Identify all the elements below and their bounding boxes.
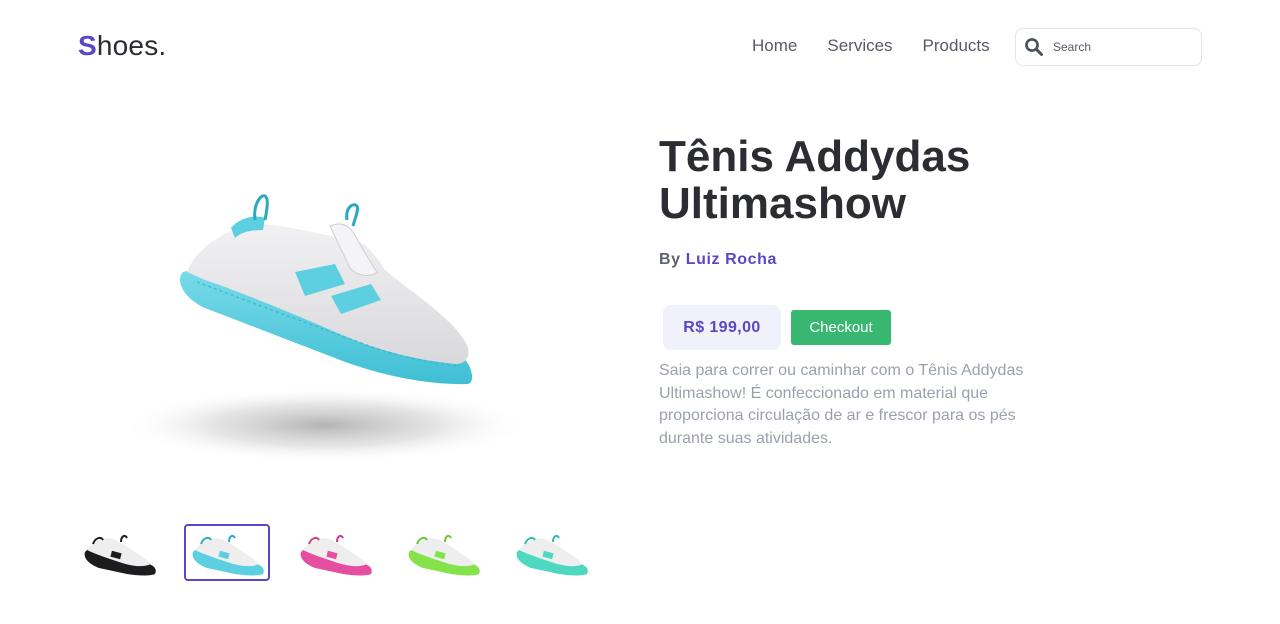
main-nav: Home Services Products (752, 36, 990, 56)
shoe-thumb-teal (516, 534, 588, 575)
logo[interactable]: Shoes. (78, 30, 166, 62)
nav-products[interactable]: Products (923, 36, 990, 56)
nav-home[interactable]: Home (752, 36, 797, 56)
product-page: Shoes. Home Services Products Search Tên… (0, 0, 1280, 624)
thumbnail-list (76, 524, 616, 581)
thumbnail-green[interactable] (400, 524, 486, 581)
product-byline: By Luiz Rocha (659, 251, 777, 269)
price-tag: R$ 199,00 (663, 305, 781, 350)
thumbnail-cyan[interactable] (184, 524, 270, 581)
thumbnail-black[interactable] (76, 524, 162, 581)
author-link[interactable]: Luiz Rocha (686, 251, 777, 268)
product-description: Saia para correr ou caminhar com o Tênis… (659, 362, 1024, 447)
checkout-button[interactable]: Checkout (791, 310, 891, 345)
shoe-illustration (120, 194, 530, 463)
by-label: By (659, 251, 681, 268)
product-image (95, 180, 565, 500)
search-icon[interactable] (1024, 37, 1044, 57)
shoe-thumb-black (84, 534, 156, 575)
thumbnail-teal[interactable] (508, 524, 594, 581)
product-title: Tênis Addydas Ultimashow (659, 132, 971, 228)
nav-services[interactable]: Services (827, 36, 892, 56)
thumbnail-pink[interactable] (292, 524, 378, 581)
shoe-thumb-green (408, 534, 480, 575)
logo-initial: S (78, 30, 97, 61)
logo-text: hoes. (96, 30, 167, 61)
shoe-thumb-cyan (192, 534, 264, 575)
search-box (1015, 28, 1202, 66)
search-input[interactable] (1053, 40, 1193, 54)
shoe-thumb-pink (300, 534, 372, 575)
